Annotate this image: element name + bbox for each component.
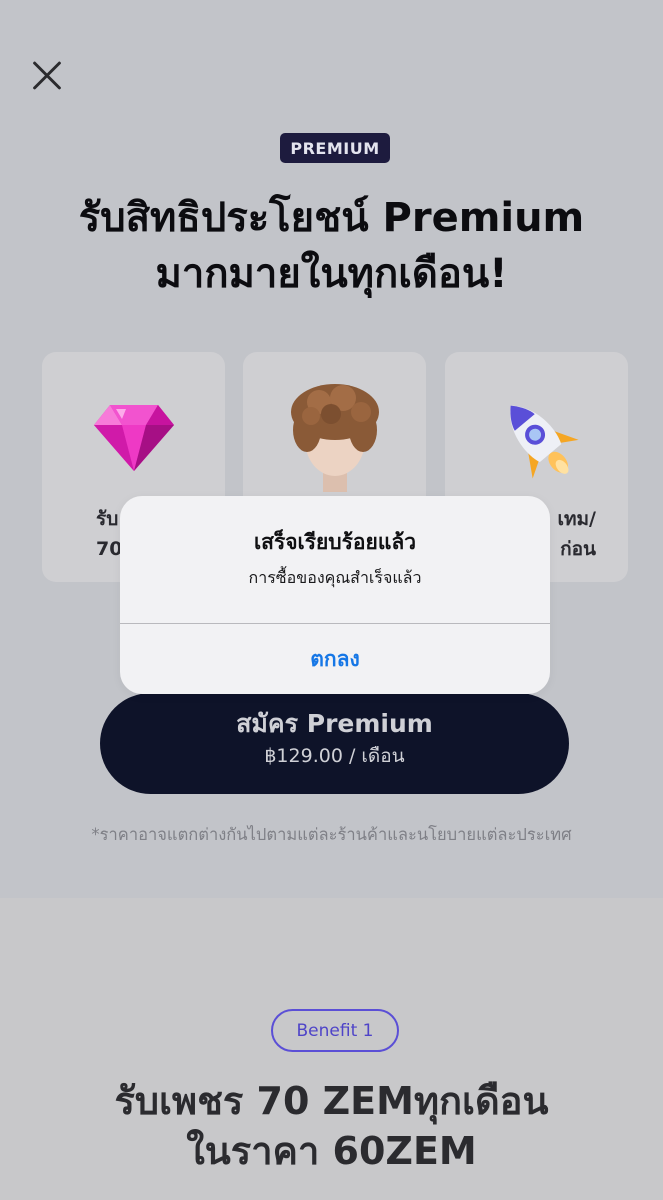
headline-line-1: รับสิทธิประโยชน์ Premium — [78, 195, 585, 241]
avatar-icon — [243, 382, 426, 492]
page-title: รับสิทธิประโยชน์ Premium มากมายในทุกเดือ… — [0, 190, 663, 302]
close-icon[interactable] — [26, 56, 66, 96]
headline-line-2: มากมายในทุกเดือน! — [155, 251, 508, 297]
benefit-title-line-1: รับเพชร 70 ZEMทุกเดือน — [114, 1079, 549, 1123]
premium-badge: PREMIUM — [280, 133, 390, 163]
gem-icon — [42, 382, 225, 492]
benefit-badge: Benefit 1 — [271, 1009, 399, 1052]
purchase-success-dialog: เสร็จเรียบร้อยแล้ว การซื้อของคุณสำเร็จแล… — [120, 496, 550, 694]
dialog-message: การซื้อของคุณสำเร็จแล้ว — [248, 568, 422, 587]
rocket-icon — [445, 382, 628, 492]
subscribe-button-price: ฿129.00 / เดือน — [264, 745, 405, 767]
card-gems-label: รับ 70 — [96, 508, 123, 560]
subscribe-premium-button[interactable]: สมัคร Premium ฿129.00 / เดือน — [100, 693, 569, 794]
benefit-title-line-2: ในราคา 60ZEM — [186, 1129, 477, 1173]
subscribe-button-title: สมัคร Premium — [236, 709, 433, 738]
ok-button[interactable]: ตกลง — [120, 624, 550, 694]
price-disclaimer: *ราคาอาจแตกต่างกันไปตามแต่ละร้านค้าและนโ… — [91, 825, 572, 844]
dialog-title: เสร็จเรียบร้อยแล้ว — [253, 530, 417, 554]
benefit-title: รับเพชร 70 ZEMทุกเดือน ในราคา 60ZEM — [0, 1076, 663, 1176]
card-rocket-label: เทม/ ก่อน — [557, 508, 596, 560]
